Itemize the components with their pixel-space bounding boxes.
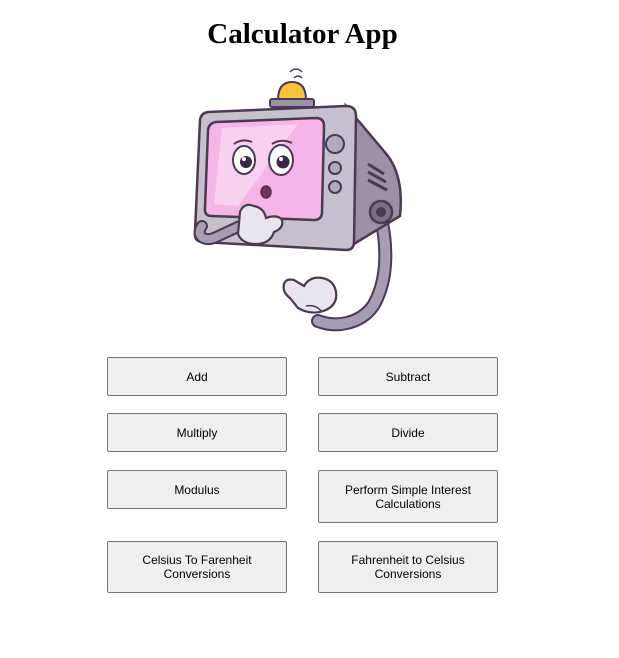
divide-button[interactable]: Divide xyxy=(318,413,498,452)
fahrenheit-to-celsius-button[interactable]: Fahrenheit to Celsius Conversions xyxy=(318,541,498,593)
modulus-button[interactable]: Modulus xyxy=(107,470,287,509)
multiply-button[interactable]: Multiply xyxy=(107,413,287,452)
subtract-button[interactable]: Subtract xyxy=(318,357,498,396)
page-title: Calculator App xyxy=(207,18,398,50)
tv-robot-mascot-icon xyxy=(193,68,403,332)
simple-interest-button[interactable]: Perform Simple Interest Calculations xyxy=(318,470,498,523)
lamp-icon xyxy=(269,68,315,108)
celsius-to-fahrenheit-button[interactable]: Celsius To Farenheit Conversions xyxy=(107,541,287,593)
add-button[interactable]: Add xyxy=(107,357,287,396)
